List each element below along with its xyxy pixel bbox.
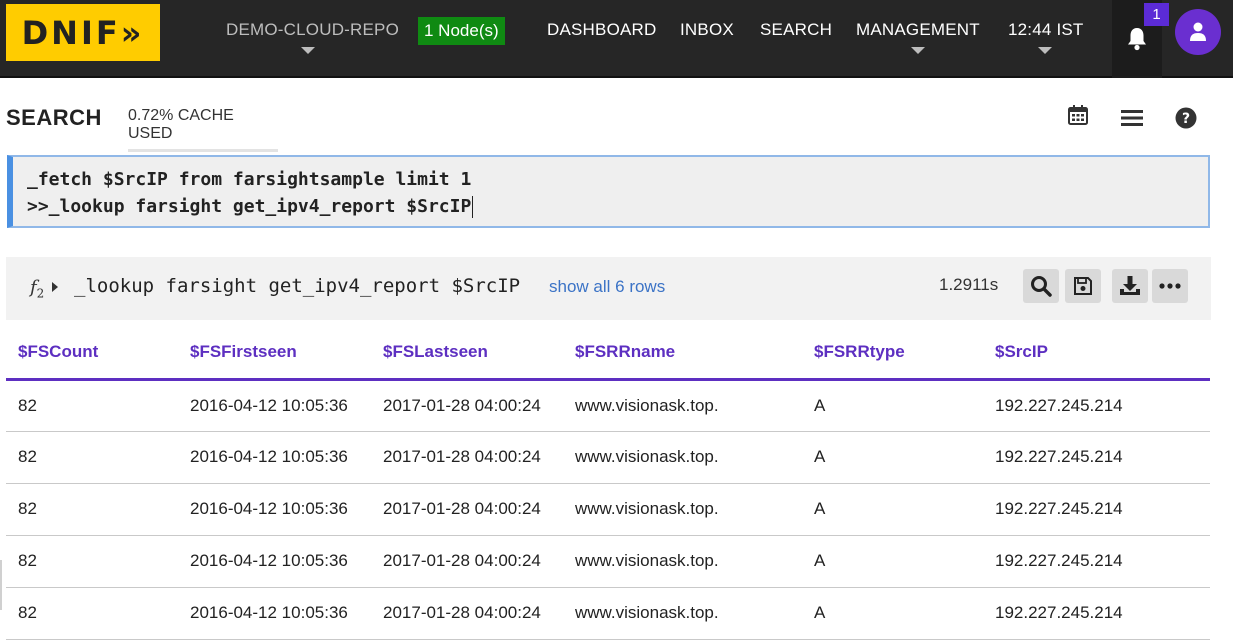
- table-cell: 2016-04-12 10:05:36: [178, 483, 371, 536]
- show-all-rows-link[interactable]: show all 6 rows: [549, 277, 665, 297]
- table-cell: 2017-01-28 04:00:24: [371, 587, 563, 640]
- table-row: 82 2016-04-12 10:05:36 2017-01-28 04:00:…: [6, 431, 1210, 484]
- results-table: $FSCount $FSFirstseen $FSLastseen $FSRRn…: [6, 326, 1210, 640]
- table-cell: 82: [6, 431, 178, 484]
- download-results-button[interactable]: [1112, 269, 1148, 303]
- user-icon: [1190, 22, 1206, 41]
- table-row: 82 2016-04-12 10:05:36 2017-01-28 04:00:…: [6, 483, 1210, 536]
- result-header-bar: f2 _lookup farsight get_ipv4_report $Src…: [6, 257, 1211, 320]
- table-header-row: $FSCount $FSFirstseen $FSLastseen $FSRRn…: [6, 326, 1210, 381]
- node-count-badge[interactable]: 1 Node(s): [418, 17, 505, 45]
- clock-time[interactable]: 12:44 IST: [1008, 20, 1084, 40]
- chevron-down-icon[interactable]: [1038, 47, 1052, 54]
- nav-inbox[interactable]: INBOX: [680, 20, 734, 40]
- table-cell: 2017-01-28 04:00:24: [371, 483, 563, 536]
- chevron-down-icon[interactable]: [301, 47, 315, 54]
- table-cell: www.visionask.top.: [563, 379, 802, 432]
- table-cell: A: [802, 587, 983, 640]
- table-cell: 2017-01-28 04:00:24: [371, 535, 563, 588]
- table-cell: 2016-04-12 10:05:36: [178, 587, 371, 640]
- column-header-fsfirstseen[interactable]: $FSFirstseen: [178, 326, 371, 381]
- save-results-button[interactable]: [1065, 269, 1101, 303]
- column-header-fsrrtype[interactable]: $FSRRtype: [802, 326, 983, 381]
- table-cell: 192.227.245.214: [983, 535, 1210, 588]
- table-row: 82 2016-04-12 10:05:36 2017-01-28 04:00:…: [6, 535, 1210, 588]
- column-header-fslastseen[interactable]: $FSLastseen: [371, 326, 563, 381]
- query-line-2: >>_lookup farsight get_ipv4_report $SrcI…: [27, 193, 1208, 220]
- query-editor[interactable]: _fetch $SrcIP from farsightsample limit …: [7, 155, 1210, 228]
- text-cursor: [472, 196, 474, 218]
- dnif-logo[interactable]: DNIF»: [6, 4, 160, 61]
- calendar-icon: [1068, 105, 1088, 125]
- table-cell: 82: [6, 587, 178, 640]
- result-query-text: _lookup farsight get_ipv4_report $SrcIP: [74, 275, 521, 297]
- column-header-srcip[interactable]: $SrcIP: [983, 326, 1210, 381]
- notification-count-badge[interactable]: 1: [1144, 3, 1169, 26]
- table-cell: www.visionask.top.: [563, 431, 802, 484]
- top-navbar: DNIF» DEMO-CLOUD-REPO 1 Node(s) DASHBOAR…: [0, 0, 1233, 78]
- left-edge-divider: [0, 560, 2, 610]
- column-header-fsrrname[interactable]: $FSRRname: [563, 326, 802, 381]
- menu-button[interactable]: [1119, 105, 1145, 131]
- table-cell: A: [802, 483, 983, 536]
- user-avatar-button[interactable]: [1175, 9, 1221, 55]
- nav-management[interactable]: MANAGEMENT: [856, 20, 980, 40]
- help-icon: ?: [1175, 107, 1197, 129]
- function-index: 2: [36, 286, 45, 301]
- chevron-down-icon[interactable]: [911, 47, 925, 54]
- more-icon: [1159, 283, 1181, 289]
- logo-text: DNIF»: [21, 13, 145, 52]
- table-cell: A: [802, 431, 983, 484]
- function-label[interactable]: f2: [30, 277, 44, 301]
- table-cell: 192.227.245.214: [983, 431, 1210, 484]
- table-cell: 192.227.245.214: [983, 483, 1210, 536]
- table-row: 82 2016-04-12 10:05:36 2017-01-28 04:00:…: [6, 587, 1210, 640]
- svg-text:?: ?: [1182, 111, 1190, 127]
- table-cell: 2016-04-12 10:05:36: [178, 379, 371, 432]
- calendar-button[interactable]: [1065, 102, 1091, 128]
- search-icon: [1031, 276, 1052, 297]
- repo-selector[interactable]: DEMO-CLOUD-REPO: [226, 20, 399, 40]
- menu-icon: [1121, 110, 1143, 126]
- page-title: SEARCH: [6, 105, 102, 130]
- table-cell: A: [802, 535, 983, 588]
- cache-usage-indicator: 0.72% CACHE USED: [128, 107, 278, 152]
- table-row: 82 2016-04-12 10:05:36 2017-01-28 04:00:…: [6, 379, 1210, 432]
- query-line-1: _fetch $SrcIP from farsightsample limit …: [27, 169, 472, 190]
- table-cell: A: [802, 379, 983, 432]
- function-symbol: f: [30, 277, 37, 298]
- table-cell: www.visionask.top.: [563, 483, 802, 536]
- nav-dashboard[interactable]: DASHBOARD: [547, 20, 657, 40]
- save-icon: [1074, 277, 1092, 295]
- table-cell: 192.227.245.214: [983, 379, 1210, 432]
- help-button[interactable]: ?: [1173, 105, 1199, 131]
- table-cell: www.visionask.top.: [563, 535, 802, 588]
- table-cell: 192.227.245.214: [983, 587, 1210, 640]
- table-cell: 2016-04-12 10:05:36: [178, 431, 371, 484]
- bell-icon: [1128, 28, 1146, 51]
- query-line-2-text: >>_lookup farsight get_ipv4_report $SrcI…: [27, 196, 472, 217]
- column-header-fscount[interactable]: $FSCount: [6, 326, 178, 381]
- table-cell: www.visionask.top.: [563, 587, 802, 640]
- download-icon: [1120, 276, 1140, 295]
- query-timing: 1.2911s: [939, 275, 999, 294]
- search-results-button[interactable]: [1023, 269, 1059, 303]
- nav-search[interactable]: SEARCH: [760, 20, 832, 40]
- table-cell: 2017-01-28 04:00:24: [371, 431, 563, 484]
- table-cell: 2017-01-28 04:00:24: [371, 379, 563, 432]
- table-cell: 82: [6, 483, 178, 536]
- expand-triangle-icon[interactable]: [52, 282, 58, 292]
- more-options-button[interactable]: [1152, 269, 1188, 303]
- table-cell: 82: [6, 379, 178, 432]
- table-cell: 2016-04-12 10:05:36: [178, 535, 371, 588]
- table-cell: 82: [6, 535, 178, 588]
